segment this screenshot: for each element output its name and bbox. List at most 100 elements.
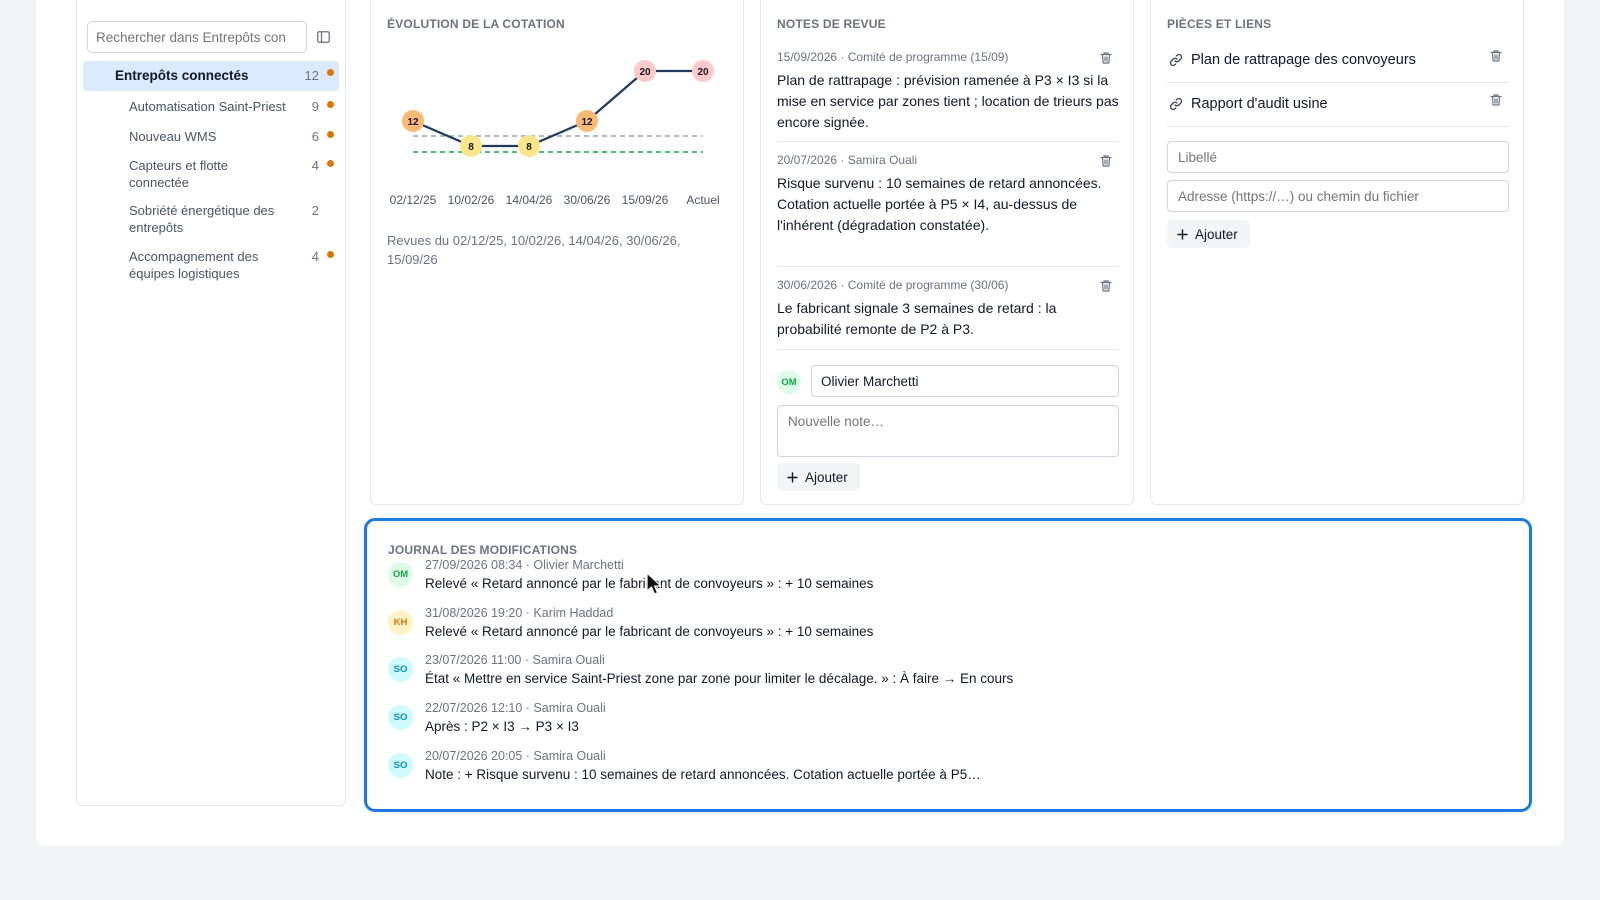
note-text: Risque survenu : 10 semaines de retard a… xyxy=(777,175,1102,233)
cotation-chart: 12 8 8 12 20 20 02/12/25 10/02/26 14/04/26 30/06/… xyxy=(390,60,720,207)
author-row: OM xyxy=(777,365,1119,399)
sidebar-item-label: Entrepôts connectés xyxy=(115,68,249,83)
search-input[interactable] xyxy=(87,21,307,53)
x-tick-label: 30/06/26 xyxy=(564,193,611,207)
review-note: 30/06/2026 · Comité de programme (30/06)… xyxy=(777,277,1119,350)
sidebar: Entrepôts connectés 12 Automatisation Sa… xyxy=(76,0,346,806)
avatar: KH xyxy=(388,610,413,635)
sidebar-item-label: Accompagnement des équipes logistiques xyxy=(129,249,259,281)
journal-entry: OM 27/09/2026 08:34 · Olivier Marchetti Re… xyxy=(388,558,1488,598)
avatar: SO xyxy=(388,753,413,778)
sidebar-item-count: 2 xyxy=(311,203,319,218)
cotation-card: ÉVOLUTION DE LA COTATION 12 8 8 12 20 20 02/12… xyxy=(370,0,744,505)
journal-meta: 31/08/2026 19:20 · Karim Haddad xyxy=(425,606,614,620)
avatar: SO xyxy=(388,705,413,730)
note-text: Plan de rattrapage : prévision ramenée à… xyxy=(777,72,1119,130)
link-item: Rapport d'audit usine xyxy=(1167,83,1509,127)
sidebar-item-label: Nouveau WMS xyxy=(129,129,217,144)
new-note-field[interactable] xyxy=(777,405,1119,457)
journal-meta: 22/07/2026 12:10 · Samira Ouali xyxy=(425,701,606,715)
avatar: SO xyxy=(388,657,413,682)
avatar: OM xyxy=(388,562,413,587)
review-note: 20/07/2026 · Samira Ouali Risque survenu… xyxy=(777,152,1119,267)
journal-message: Après : P2 × I3 → P3 × I3 xyxy=(425,719,579,734)
data-label: 20 xyxy=(639,67,651,78)
journal-message: État « Mettre en service Saint-Priest zo… xyxy=(425,671,1014,686)
data-label: 12 xyxy=(407,117,419,128)
journal-meta: 23/07/2026 11:00 · Samira Ouali xyxy=(425,653,605,667)
link-label[interactable]: Plan de rattrapage des convoyeurs xyxy=(1191,52,1416,68)
sidebar-item-label: Capteurs et flotte connectée xyxy=(129,158,228,190)
review-note: 15/09/2026 · Comité de programme (15/09)… xyxy=(777,49,1119,142)
collapse-sidebar-button[interactable] xyxy=(313,27,333,47)
journal-entry: SO 22/07/2026 12:10 · Samira Ouali Après :… xyxy=(388,701,1488,741)
note-meta: 30/06/2026 · Comité de programme (30/06) xyxy=(777,278,1009,292)
note-meta: 15/09/2026 · Comité de programme (15/09) xyxy=(777,50,1009,64)
status-dot xyxy=(327,69,334,76)
link-label[interactable]: Rapport d'audit usine xyxy=(1191,96,1328,112)
sidebar-item-label: Sobriété énergétique des entrepôts xyxy=(129,203,275,235)
sidebar-item-nouveau-wms[interactable]: Nouveau WMS 6 xyxy=(83,129,339,147)
trash-icon[interactable] xyxy=(1489,93,1503,107)
sidebar-item-capteurs[interactable]: Capteurs et flotte connectée 4 xyxy=(83,158,339,192)
x-tick-label: 02/12/25 xyxy=(390,193,437,207)
journal-entry: SO 20/07/2026 20:05 · Samira Ouali Note : … xyxy=(388,749,1488,789)
x-tick-label: 10/02/26 xyxy=(448,193,495,207)
plus-icon xyxy=(787,471,798,483)
x-tick-label: 14/04/26 xyxy=(506,193,553,207)
status-dot xyxy=(327,251,334,258)
notes-card: NOTES DE REVUE 15/09/2026 · Comité de pr… xyxy=(760,0,1134,505)
sidebar-item-count: 6 xyxy=(311,129,319,144)
journal-message: Relevé « Retard annoncé par le fabricant… xyxy=(425,624,874,639)
journal-meta: 27/09/2026 08:34 · Olivier Marchetti xyxy=(425,558,624,572)
data-label: 12 xyxy=(581,117,593,128)
add-note-button[interactable]: Ajouter xyxy=(777,463,860,491)
sidebar-item-sobriete[interactable]: Sobriété énergétique des entrepôts 2 xyxy=(83,203,339,237)
notes-title: NOTES DE REVUE xyxy=(777,17,886,31)
data-label: 8 xyxy=(526,142,532,153)
journal-card: JOURNAL DES MODIFICATIONS OM 27/09/2026 0… xyxy=(364,518,1532,812)
link-icon xyxy=(1169,53,1183,67)
status-dot xyxy=(327,160,334,167)
sidebar-item-accompagnement[interactable]: Accompagnement des équipes logistiques 4 xyxy=(83,249,339,283)
journal-message: Note : + Risque survenu : 10 semaines de… xyxy=(425,767,981,782)
sidebar-item-count: 12 xyxy=(304,68,319,83)
sidebar-item-entrepots-connectes[interactable]: Entrepôts connectés 12 xyxy=(83,61,339,91)
x-tick-label: 15/09/26 xyxy=(622,193,669,207)
series-line xyxy=(412,69,703,148)
trash-icon[interactable] xyxy=(1489,49,1503,63)
trash-icon[interactable] xyxy=(1099,279,1113,293)
sidebar-item-count: 4 xyxy=(311,249,319,264)
link-address-field[interactable] xyxy=(1167,180,1509,212)
data-label: 20 xyxy=(697,67,709,78)
journal-title: JOURNAL DES MODIFICATIONS xyxy=(388,543,578,557)
data-label: 8 xyxy=(468,142,474,153)
sidebar-item-count: 4 xyxy=(311,158,319,173)
chart-caption: Revues du 02/12/25, 10/02/26, 14/04/26, … xyxy=(387,233,681,267)
add-link-label: Ajouter xyxy=(1195,226,1238,242)
author-field[interactable] xyxy=(811,365,1119,397)
note-meta: 20/07/2026 · Samira Ouali xyxy=(777,153,918,167)
link-item: Plan de rattrapage des convoyeurs xyxy=(1167,39,1509,83)
journal-meta: 20/07/2026 20:05 · Samira Ouali xyxy=(425,749,606,763)
journal-entry: SO 23/07/2026 11:00 · Samira Ouali État « … xyxy=(388,653,1488,693)
links-title: PIÈCES ET LIENS xyxy=(1167,17,1272,31)
status-dot xyxy=(327,131,334,138)
note-text: Le fabricant signale 3 semaines de retar… xyxy=(777,300,1057,337)
x-tick-label: Actuel xyxy=(686,193,719,207)
sidebar-item-count: 9 xyxy=(311,99,319,114)
trash-icon[interactable] xyxy=(1099,154,1113,168)
add-note-label: Ajouter xyxy=(805,469,848,485)
sidebar-item-automatisation[interactable]: Automatisation Saint-Priest 9 xyxy=(83,99,339,117)
links-card: PIÈCES ET LIENS Plan de rattrapage des c… xyxy=(1150,0,1524,505)
mouse-cursor-icon xyxy=(646,572,662,595)
status-dot xyxy=(327,101,334,108)
journal-entry: KH 31/08/2026 19:20 · Karim Haddad Relevé … xyxy=(388,606,1488,646)
link-label-field[interactable] xyxy=(1167,141,1509,173)
sidebar-item-label: Automatisation Saint-Priest xyxy=(129,99,286,114)
link-icon xyxy=(1169,97,1183,111)
add-link-button[interactable]: Ajouter xyxy=(1167,220,1250,248)
trash-icon[interactable] xyxy=(1099,51,1113,65)
avatar: OM xyxy=(777,370,801,394)
sidebar-toggle-icon xyxy=(316,31,330,43)
